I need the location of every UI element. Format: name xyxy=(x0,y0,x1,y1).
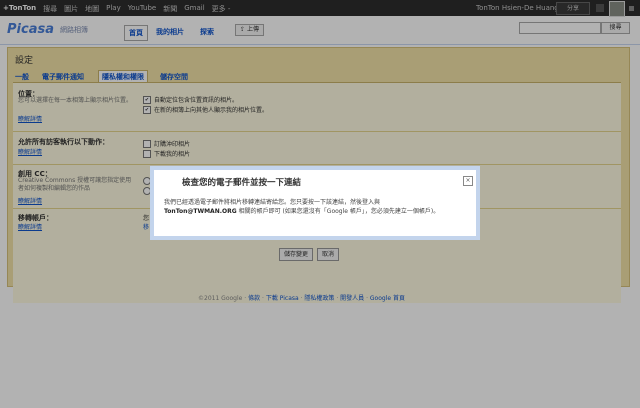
dialog-body-text-2: 相關的帳戶即可 (如果您還沒有「Google 帳戶」，您必須先建立一個帳戶)。 xyxy=(236,207,440,215)
dialog-title: 檢查您的電子郵件並按一下連結 xyxy=(182,178,302,188)
close-icon[interactable]: × xyxy=(463,176,473,186)
dialog-body: 我們已經透過電子郵件將相片移轉連結寄給您。您只要按一下該連結，然後登入與 Ton… xyxy=(164,199,469,216)
dialog-email: TonTon@TWMAN.ORG xyxy=(164,207,237,215)
verify-email-dialog: 檢查您的電子郵件並按一下連結 × 我們已經透過電子郵件將相片移轉連結寄給您。您只… xyxy=(150,166,480,240)
dialog-body-text-1: 我們已經透過電子郵件將相片移轉連結寄給您。您只要按一下該連結，然後登入與 xyxy=(164,199,381,206)
